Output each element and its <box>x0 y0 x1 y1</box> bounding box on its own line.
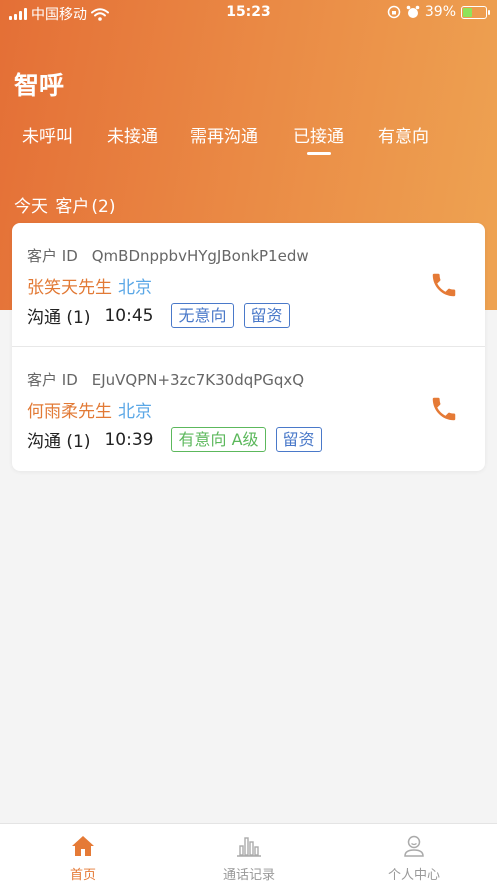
customer-id: QmBDnppbvHYgJBonkP1edw <box>91 247 309 265</box>
tabbar-call-records[interactable]: 通话记录 <box>166 824 332 883</box>
bottom-tab-bar: 首页 通话记录 个人中心 <box>0 823 497 883</box>
call-time: 10:45 <box>104 305 154 326</box>
tab-connected[interactable]: 已接通 <box>293 122 344 147</box>
alarm-icon <box>406 5 420 18</box>
battery-percent: 39% <box>424 4 456 20</box>
tab-interested[interactable]: 有意向 <box>378 122 429 147</box>
customer-city: 北京 <box>118 402 152 422</box>
customer-id: EJuVQPN+3zc7K30dqPGqxQ <box>91 371 305 389</box>
customer-list: 客户 ID QmBDnppbvHYgJBonkP1edw 张笑天先生 北京 沟通 (… <box>12 223 485 471</box>
customer-id-line: 客户 ID QmBDnppbvHYgJBonkP1edw <box>27 245 309 266</box>
customer-id-label: 客户 ID <box>27 371 78 389</box>
tabbar-profile-label: 个人中心 <box>387 868 440 883</box>
tab-not-connected[interactable]: 未接通 <box>107 122 158 147</box>
customer-info-line: 沟通 (1) 10:45 无意向 留资 <box>27 303 300 328</box>
tab-follow-up[interactable]: 需再沟通 <box>190 122 258 147</box>
customer-name: 张笑天先生 <box>27 278 112 298</box>
customer-name-line: 何雨柔先生 北京 <box>27 397 152 422</box>
tabbar-home[interactable]: 首页 <box>0 824 166 883</box>
call-time: 10:39 <box>104 429 154 450</box>
lead-info-tag: 留资 <box>243 303 290 328</box>
status-right: 39% <box>387 4 490 20</box>
customer-city: 北京 <box>118 278 152 298</box>
section-title: 今天 客户 (2) <box>14 192 118 217</box>
tabbar-home-label: 首页 <box>69 868 96 883</box>
lock-rotation-icon <box>387 5 401 19</box>
phone-icon[interactable] <box>429 270 459 300</box>
tabbar-call-records-label: 通话记录 <box>222 868 275 883</box>
intent-tag: 有意向 A级 <box>171 427 266 452</box>
battery-level-fill <box>463 7 472 17</box>
communication-count: 沟通 (1) <box>27 432 91 452</box>
status-bar: 中国移动 15:23 39% <box>0 0 497 26</box>
customer-id-line: 客户 ID EJuVQPN+3zc7K30dqPGqxQ <box>27 369 304 390</box>
section-day: 今天 <box>14 197 48 217</box>
communication-count: 沟通 (1) <box>27 308 91 328</box>
home-icon <box>72 836 94 856</box>
bar-chart-icon <box>237 837 261 857</box>
phone-icon[interactable] <box>429 394 459 424</box>
intent-tag: 无意向 <box>171 303 234 328</box>
tab-not-called[interactable]: 未呼叫 <box>22 122 73 147</box>
customer-id-label: 客户 ID <box>27 247 78 265</box>
user-icon <box>404 835 424 857</box>
section-label: 客户 <box>55 197 90 217</box>
app-title: 智呼 <box>14 71 65 100</box>
list-item[interactable]: 客户 ID EJuVQPN+3zc7K30dqPGqxQ 何雨柔先生 北京 沟通 (… <box>12 347 485 471</box>
tabbar-profile[interactable]: 个人中心 <box>331 824 497 883</box>
customer-name-line: 张笑天先生 北京 <box>27 273 152 298</box>
customer-name: 何雨柔先生 <box>27 402 112 422</box>
customer-info-line: 沟通 (1) 10:39 有意向 A级 留资 <box>27 427 332 452</box>
list-item[interactable]: 客户 ID QmBDnppbvHYgJBonkP1edw 张笑天先生 北京 沟通 (… <box>12 223 485 347</box>
battery-charging-icon <box>461 5 490 19</box>
lead-info-tag: 留资 <box>275 427 322 452</box>
status-tabs: 未呼叫 未接通 需再沟通 已接通 有意向 <box>0 122 497 158</box>
section-count: (2) <box>91 197 116 217</box>
